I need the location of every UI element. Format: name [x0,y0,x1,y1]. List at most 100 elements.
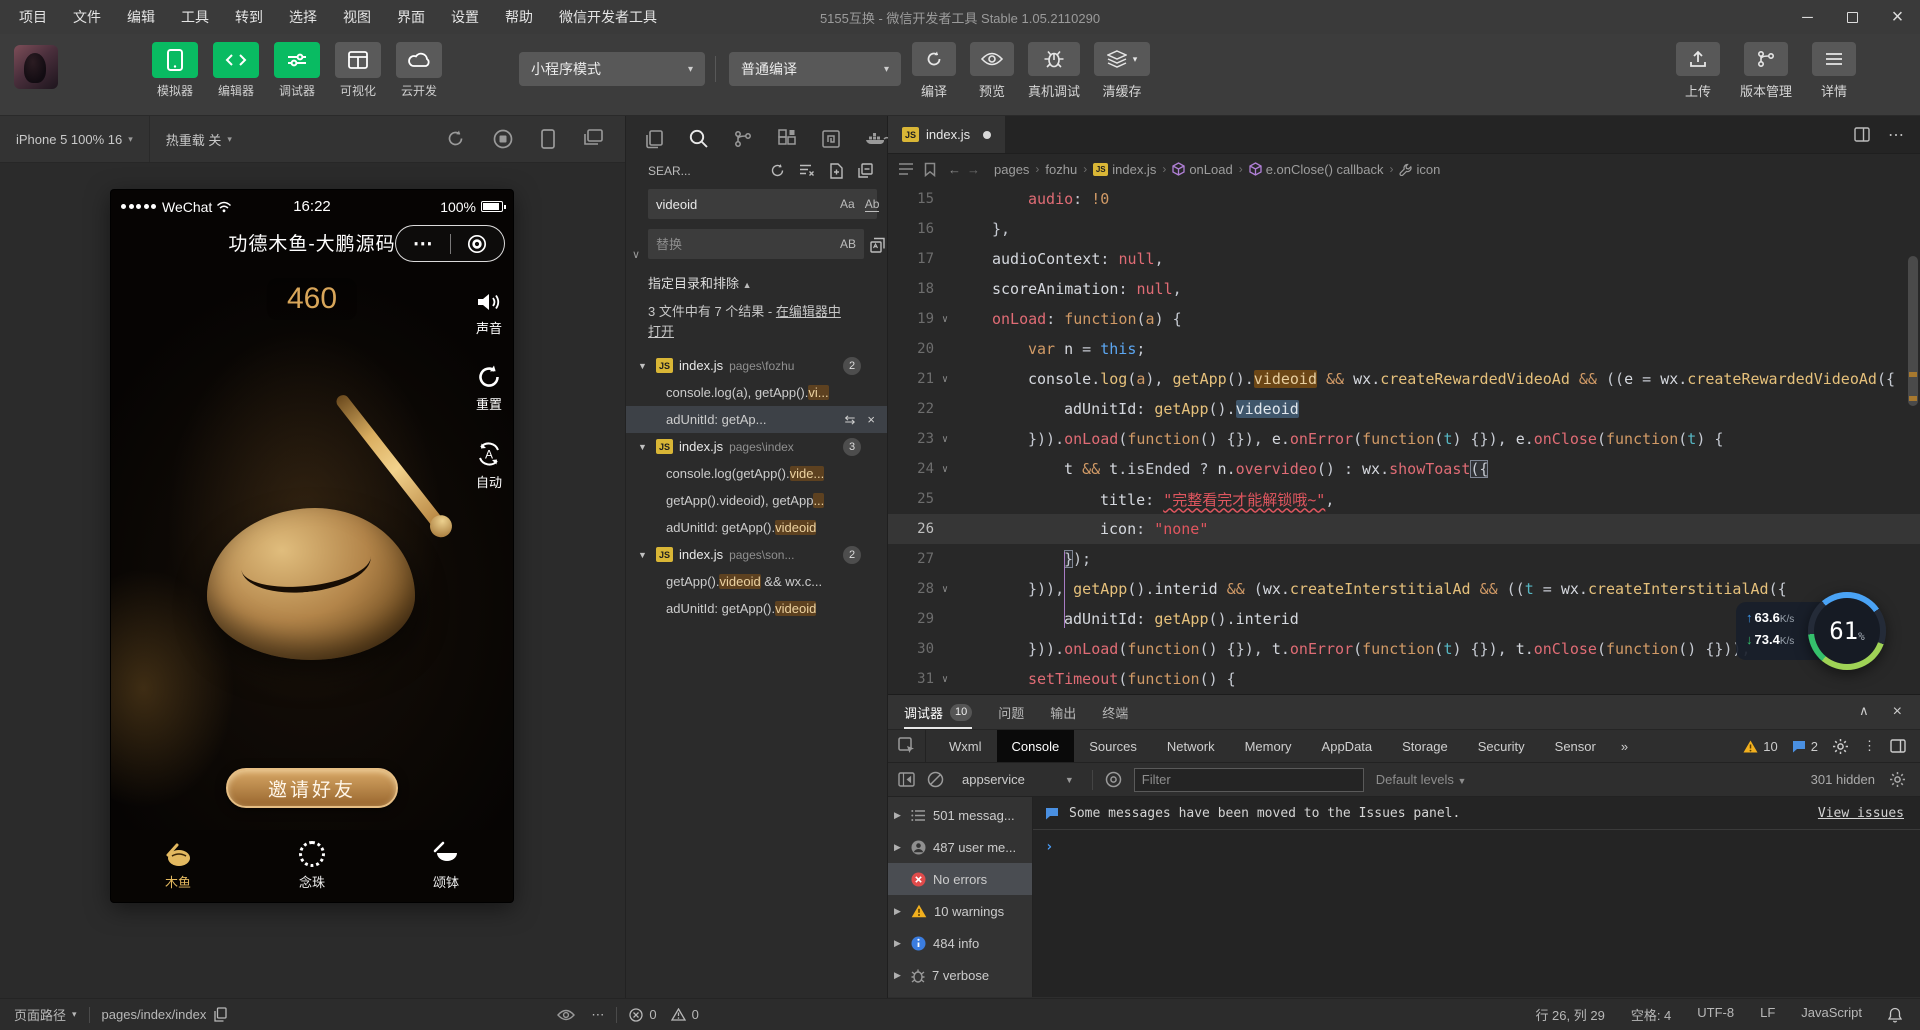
search-input[interactable] [648,197,840,212]
more-menu-button[interactable]: ⋯ [396,231,450,256]
search-result-match[interactable]: console.log(a), getApp().vi... [626,379,887,406]
console-filter-input[interactable] [1134,768,1364,792]
device-frame-icon[interactable] [541,129,555,149]
console-filter-info[interactable]: ▶484 info [888,927,1032,959]
status-more-icon[interactable]: ⋯ [591,1007,604,1023]
statusbar-item-3[interactable]: UTF-8 [1697,1005,1734,1024]
warning-counter[interactable]: 0 [671,1007,699,1022]
panel-expand-icon[interactable]: ∧ [1859,703,1869,721]
tree-expanded-icon[interactable]: ▼ [638,442,650,452]
console-filter-warning[interactable]: ▶10 warnings [888,895,1032,927]
outline-icon[interactable] [898,162,914,176]
compile-mode-select[interactable]: 普通编译 ▾ [729,52,901,86]
inspect-element-button[interactable] [888,730,926,762]
search-result-file[interactable]: ▼JSindex.jspages\son...2 [626,541,887,568]
tab-singing-bowl[interactable]: 颂钵 [379,830,513,902]
devtools-tab-memory[interactable]: Memory [1230,730,1307,762]
visualization-mode-button[interactable]: 可视化 [335,42,381,99]
editor-mode-button[interactable]: 编辑器 [213,42,259,99]
fold-chevron-icon[interactable]: ∨ [934,584,956,595]
editor-more-icon[interactable]: ⋯ [1888,125,1904,145]
reset-button[interactable]: 重置 [476,364,502,413]
code-line-22[interactable]: 22adUnitId: getApp().videoid [888,394,1920,424]
extensions-icon[interactable] [777,129,797,149]
user-avatar[interactable] [14,45,58,89]
warnings-indicator[interactable]: 10 [1743,739,1777,754]
match-case-icon[interactable]: Aa [840,197,855,211]
notifications-bell-icon[interactable] [1888,1007,1902,1023]
devtools-tab-appdata[interactable]: AppData [1307,730,1388,762]
code-line-29[interactable]: 29adUnitId: getApp().interid [888,604,1920,634]
collapse-all-icon[interactable] [858,163,873,179]
menu-item-微信开发者工具[interactable]: 微信开发者工具 [546,0,670,34]
new-search-editor-icon[interactable] [829,163,844,179]
code-line-15[interactable]: 15audio: !0 [888,184,1920,214]
replace-match-icon[interactable]: ⇆ [845,412,856,428]
console-filter-list[interactable]: ▶501 messag... [888,799,1032,831]
tab-terminal[interactable]: 终端 [1102,695,1128,729]
simulator-mode-button[interactable]: 模拟器 [152,42,198,99]
code-line-21[interactable]: 21∨console.log(a), getApp().videoid && w… [888,364,1920,394]
nav-back-icon[interactable]: ← [948,162,961,177]
clear-console-icon[interactable] [927,771,944,788]
menu-item-帮助[interactable]: 帮助 [492,0,546,34]
hot-reload-select[interactable]: 热重载 关 ▾ [150,116,248,162]
console-sidebar-toggle-icon[interactable] [898,772,915,787]
replace-all-icon[interactable] [870,237,887,254]
log-levels-select[interactable]: Default levels ▼ [1376,772,1467,787]
error-counter[interactable]: 0 [629,1007,656,1022]
tree-expanded-icon[interactable]: ▼ [638,361,650,371]
statusbar-item-1[interactable]: 行 26, 列 29 [1535,1005,1604,1024]
fold-chevron-icon[interactable]: ∨ [934,464,956,475]
statusbar-item-4[interactable]: LF [1760,1005,1775,1024]
wooden-fish-graphic[interactable] [207,508,415,660]
rotate-icon[interactable] [446,129,465,149]
console-prompt[interactable]: › [1033,830,1920,855]
menu-item-编辑[interactable]: 编辑 [114,0,168,34]
search-result-match[interactable]: getApp().videoid), getApp... [626,487,887,514]
invite-friends-button[interactable]: 邀请好友 [226,768,398,808]
live-expression-icon[interactable] [1105,771,1122,788]
version-control-button[interactable]: 版本管理 [1740,42,1792,100]
tree-collapsed-icon[interactable]: ▶ [894,938,904,949]
fold-chevron-icon[interactable]: ∨ [934,314,956,325]
tab-debugger[interactable]: 调试器 10 [904,695,972,729]
menu-item-视图[interactable]: 视图 [330,0,384,34]
cloud-dev-mode-button[interactable]: 云开发 [396,42,442,99]
editor-scrollbar[interactable] [1908,256,1918,406]
menu-item-文件[interactable]: 文件 [60,0,114,34]
maximize-button[interactable] [1830,0,1875,34]
device-select[interactable]: iPhone 5 100% 16 ▾ [0,116,150,162]
code-line-19[interactable]: 19∨onLoad: function(a) { [888,304,1920,334]
menu-item-设置[interactable]: 设置 [438,0,492,34]
devtools-tab-sources[interactable]: Sources [1074,730,1152,762]
npm-scripts-icon[interactable] [821,129,841,149]
bookmark-icon[interactable] [924,162,936,177]
search-result-file[interactable]: ▼JSindex.jspages\index3 [626,433,887,460]
docker-whale-icon[interactable] [865,130,889,148]
tab-index-js[interactable]: JS index.js [888,116,1005,153]
console-settings-icon[interactable] [1889,771,1906,788]
search-result-match[interactable]: adUnitId: getApp().videoid [626,595,887,622]
fold-chevron-icon[interactable]: ∨ [934,374,956,385]
dismiss-match-icon[interactable]: × [867,412,875,428]
code-line-17[interactable]: 17audioContext: null, [888,244,1920,274]
menu-item-工具[interactable]: 工具 [168,0,222,34]
clear-results-icon[interactable] [799,163,815,179]
code-line-31[interactable]: 31∨setTimeout(function() { [888,664,1920,694]
code-line-28[interactable]: 28∨})), getApp().interid && (wx.createIn… [888,574,1920,604]
console-output[interactable]: Some messages have been moved to the Iss… [1033,797,1920,997]
devtools-settings-icon[interactable] [1832,738,1849,755]
tab-output[interactable]: 输出 [1050,695,1076,729]
details-button[interactable]: 详情 [1812,42,1856,100]
tree-expanded-icon[interactable]: ▼ [638,550,650,560]
stop-icon[interactable] [493,129,513,149]
page-path-select[interactable]: 页面路径 ▾ [0,1005,77,1024]
breadcrumb-item-3[interactable]: JSindex.js [1093,162,1156,177]
breadcrumb-item-1[interactable]: pages [994,162,1029,177]
code-line-18[interactable]: 18scoreAnimation: null, [888,274,1920,304]
code-editor[interactable]: 15audio: !016},17audioContext: null,18sc… [888,184,1920,694]
breadcrumb-item-4[interactable]: onLoad [1172,162,1232,177]
panel-close-icon[interactable]: × [1893,703,1902,721]
tree-collapsed-icon[interactable]: ▶ [894,842,904,853]
